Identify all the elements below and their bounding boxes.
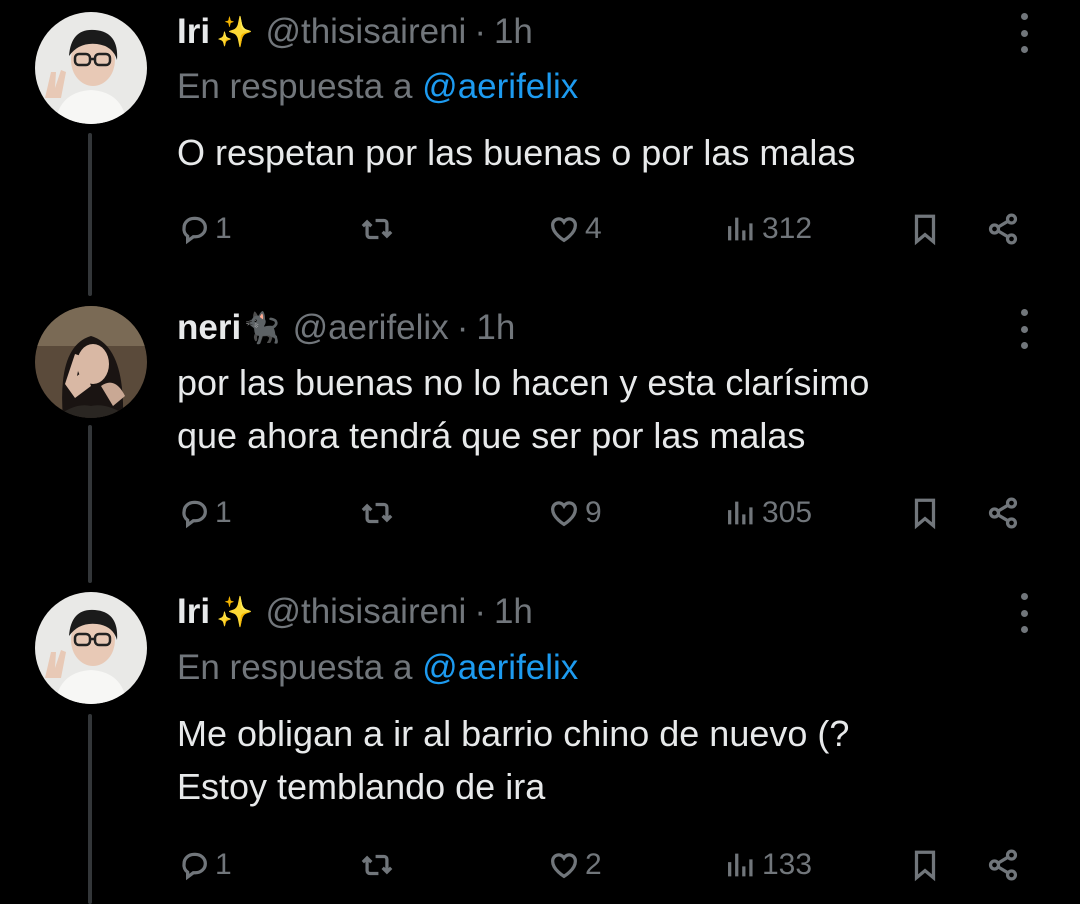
bookmark-icon — [914, 498, 936, 530]
share-button[interactable] — [986, 842, 1020, 888]
views-icon — [728, 853, 753, 877]
separator-dot: · — [474, 12, 486, 51]
retweet-icon — [361, 502, 393, 524]
views-icon — [728, 501, 753, 525]
like-button[interactable]: 4 — [547, 206, 602, 252]
sparkles-emoji: ✨ — [216, 595, 254, 629]
tweet-header: neri 🐈‍⬛ @aerifelix · 1h — [177, 308, 515, 348]
tweet-actions: 1 2 133 — [0, 842, 1080, 888]
tweet[interactable]: Iri ✨ @thisisaireni · 1h En respuesta a … — [0, 0, 1080, 290]
more-options-icon[interactable] — [1016, 593, 1032, 633]
avatar[interactable] — [35, 12, 147, 124]
like-count: 4 — [585, 212, 602, 245]
tweet-header: Iri ✨ @thisisaireni · 1h — [177, 592, 533, 632]
tweet-actions: 1 4 312 — [0, 206, 1080, 252]
heart-icon — [551, 501, 577, 527]
tweet[interactable]: neri 🐈‍⬛ @aerifelix · 1h por las buenas … — [0, 296, 1080, 586]
bookmark-icon — [914, 214, 936, 246]
avatar[interactable] — [35, 306, 147, 418]
reply-button[interactable]: 1 — [177, 206, 232, 252]
display-name[interactable]: Iri — [177, 592, 210, 632]
like-count: 2 — [585, 848, 602, 881]
tweet-actions: 1 9 305 — [0, 490, 1080, 536]
more-options-icon[interactable] — [1016, 309, 1032, 349]
display-name[interactable]: Iri — [177, 12, 210, 52]
reply-count: 1 — [215, 848, 232, 881]
reply-button[interactable]: 1 — [177, 842, 232, 888]
timestamp[interactable]: 1h — [476, 308, 515, 348]
reply-count: 1 — [215, 496, 232, 529]
retweet-icon — [361, 854, 393, 876]
views-button[interactable]: 312 — [724, 206, 812, 252]
share-button[interactable] — [986, 490, 1020, 536]
separator-dot: · — [474, 592, 486, 631]
reply-icon — [182, 216, 207, 245]
username-handle[interactable]: @aerifelix — [293, 308, 449, 348]
share-icon — [988, 213, 1018, 245]
reply-button[interactable]: 1 — [177, 490, 232, 536]
share-icon — [988, 849, 1018, 881]
view-count: 305 — [762, 496, 813, 529]
share-icon — [988, 497, 1018, 529]
username-handle[interactable]: @thisisaireni — [265, 592, 466, 632]
avatar[interactable] — [35, 592, 147, 704]
heart-icon — [551, 217, 577, 243]
tweet-header: Iri ✨ @thisisaireni · 1h — [177, 12, 533, 52]
like-button[interactable]: 9 — [547, 490, 602, 536]
tweet-text: Me obligan a ir al barrio chino de nuevo… — [177, 713, 850, 807]
black-cat-emoji: 🐈‍⬛ — [243, 311, 281, 345]
reply-context: En respuesta a @aerifelix — [177, 67, 578, 107]
reply-prefix: En respuesta a — [177, 648, 413, 687]
views-button[interactable]: 133 — [724, 842, 812, 888]
tweet-text: por las buenas no lo hacen y esta clarís… — [177, 362, 870, 456]
reply-icon — [182, 500, 207, 529]
reply-icon — [182, 852, 207, 881]
mention-link[interactable]: @aerifelix — [422, 67, 578, 106]
views-button[interactable]: 305 — [724, 490, 812, 536]
like-button[interactable]: 2 — [547, 842, 602, 888]
reply-prefix: En respuesta a — [177, 67, 413, 106]
sparkles-emoji: ✨ — [216, 15, 254, 49]
more-options-icon[interactable] — [1016, 13, 1032, 53]
like-count: 9 — [585, 496, 602, 529]
view-count: 312 — [762, 212, 813, 245]
username-handle[interactable]: @thisisaireni — [265, 12, 466, 52]
retweet-button[interactable] — [360, 490, 394, 536]
separator-dot: · — [456, 308, 469, 347]
share-button[interactable] — [986, 206, 1020, 252]
tweet[interactable]: Iri ✨ @thisisaireni · 1h En respuesta a … — [0, 580, 1080, 904]
timestamp[interactable]: 1h — [494, 12, 533, 52]
bookmark-button[interactable] — [908, 490, 942, 536]
retweet-icon — [361, 218, 393, 240]
views-icon — [728, 217, 753, 241]
bookmark-button[interactable] — [908, 842, 942, 888]
tweet-text: O respetan por las buenas o por las mala… — [177, 132, 856, 173]
bookmark-icon — [914, 850, 936, 882]
timestamp[interactable]: 1h — [494, 592, 533, 632]
retweet-button[interactable] — [360, 842, 394, 888]
reply-count: 1 — [215, 212, 232, 245]
view-count: 133 — [762, 848, 813, 881]
retweet-button[interactable] — [360, 206, 394, 252]
bookmark-button[interactable] — [908, 206, 942, 252]
heart-icon — [551, 853, 577, 879]
reply-context: En respuesta a @aerifelix — [177, 648, 578, 688]
mention-link[interactable]: @aerifelix — [422, 648, 578, 687]
display-name[interactable]: neri — [177, 308, 241, 348]
